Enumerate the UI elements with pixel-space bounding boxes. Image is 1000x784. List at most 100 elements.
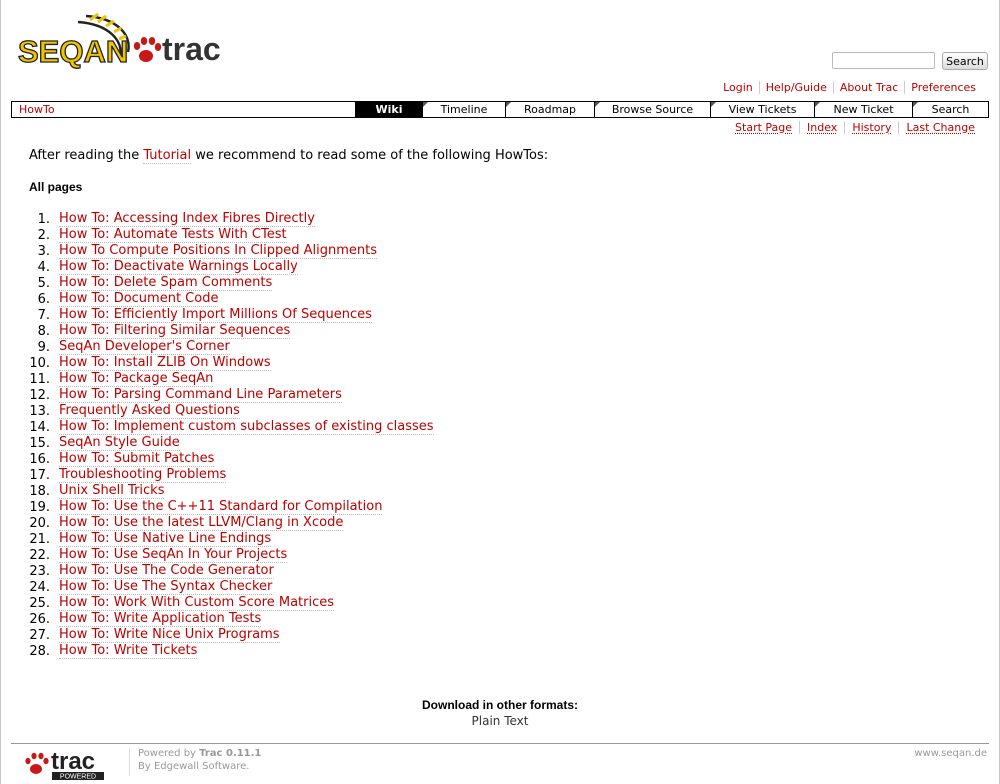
page-link[interactable]: How To: Write Nice Unix Programs: [59, 628, 280, 643]
page-link[interactable]: Frequently Asked Questions: [59, 404, 240, 419]
list-item-number: 17.: [29, 468, 59, 484]
about-trac-link[interactable]: About Trac: [833, 81, 904, 94]
list-item: 14. How To: Implement custom subclasses o…: [29, 420, 434, 436]
page-link[interactable]: How To: Implement custom subclasses of e…: [59, 420, 434, 435]
list-item: 15. SeqAn Style Guide: [29, 436, 434, 452]
list-item: 18. Unix Shell Tricks: [29, 484, 434, 500]
list-item-number: 19.: [29, 500, 59, 516]
tutorial-link[interactable]: Tutorial: [143, 148, 191, 164]
list-item-number: 20.: [29, 516, 59, 532]
tab-search[interactable]: Search: [913, 102, 988, 117]
logo-graphic: SEQAN trac: [16, 12, 231, 72]
page-link[interactable]: How To: Filtering Similar Sequences: [59, 324, 290, 339]
list-item: 10. How To: Install ZLIB On Windows: [29, 356, 434, 372]
list-item: 2. How To: Automate Tests With CTest: [29, 228, 434, 244]
search-input[interactable]: [832, 52, 935, 69]
list-item: 3. How To Compute Positions In Clipped Al…: [29, 244, 434, 260]
breadcrumb: HowTo: [12, 102, 356, 117]
list-item-number: 27.: [29, 628, 59, 644]
list-item-number: 1.: [29, 212, 59, 228]
tab-browse-source[interactable]: Browse Source: [595, 102, 711, 117]
last-change-link[interactable]: Last Change: [898, 121, 982, 134]
page-link[interactable]: How To: Accessing Index Fibres Directly: [59, 212, 315, 227]
page-link[interactable]: How To: Use SeqAn In Your Projects: [59, 548, 287, 563]
breadcrumb-howto[interactable]: HowTo: [19, 103, 55, 116]
list-item-number: 7.: [29, 308, 59, 324]
search-button[interactable]: Search: [942, 52, 988, 70]
page-link[interactable]: How To: Install ZLIB On Windows: [59, 356, 271, 371]
list-item: 25. How To: Work With Custom Score Matric…: [29, 596, 434, 612]
page-link[interactable]: How To: Package SeqAn: [59, 372, 213, 387]
page-link[interactable]: How To: Use the C++11 Standard for Compi…: [59, 500, 382, 515]
page-link[interactable]: How To Compute Positions In Clipped Alig…: [59, 244, 377, 259]
list-item-number: 24.: [29, 580, 59, 596]
history-link[interactable]: History: [844, 121, 898, 134]
page-link[interactable]: How To: Use The Syntax Checker: [59, 580, 272, 595]
footer-logo-powered: POWERED: [60, 774, 96, 781]
page-link[interactable]: How To: Use Native Line Endings: [59, 532, 271, 547]
powered-by-text: Powered by: [138, 748, 199, 759]
page-link[interactable]: How To: Submit Patches: [59, 452, 214, 467]
list-item: 24. How To: Use The Syntax Checker: [29, 580, 434, 596]
list-item-number: 28.: [29, 644, 59, 660]
list-item: 27. How To: Write Nice Unix Programs: [29, 628, 434, 644]
list-item: 5. How To: Delete Spam Comments: [29, 276, 434, 292]
start-page-link[interactable]: Start Page: [728, 121, 799, 134]
list-item: 26. How To: Write Application Tests: [29, 612, 434, 628]
list-item-number: 18.: [29, 484, 59, 500]
tab-view-tickets[interactable]: View Tickets: [711, 102, 815, 117]
list-item: 1. How To: Accessing Index Fibres Directl…: [29, 212, 434, 228]
tab-roadmap[interactable]: Roadmap: [506, 102, 595, 117]
page-link[interactable]: How To: Deactivate Warnings Locally: [59, 260, 298, 275]
list-item-number: 9.: [29, 340, 59, 356]
list-item: 8. How To: Filtering Similar Sequences: [29, 324, 434, 340]
list-item-number: 8.: [29, 324, 59, 340]
page-link[interactable]: How To: Efficiently Import Millions Of S…: [59, 308, 372, 323]
tab-wiki[interactable]: Wiki: [356, 102, 423, 117]
seqan-trac-logo[interactable]: SEQAN trac: [16, 12, 231, 72]
page-link[interactable]: SeqAn Style Guide: [59, 436, 180, 451]
index-link[interactable]: Index: [799, 121, 844, 134]
list-item: 22. How To: Use SeqAn In Your Projects: [29, 548, 434, 564]
list-item-number: 4.: [29, 260, 59, 276]
list-item: 7. How To: Efficiently Import Millions Of…: [29, 308, 434, 324]
page-link[interactable]: How To: Delete Spam Comments: [59, 276, 272, 291]
tab-timeline[interactable]: Timeline: [423, 102, 506, 117]
page-link[interactable]: How To: Automate Tests With CTest: [59, 228, 287, 243]
plain-text-link[interactable]: Plain Text: [0, 714, 1000, 728]
trac-powered-logo[interactable]: trac POWERED: [23, 747, 121, 779]
footer-logo-graphic: trac POWERED: [23, 747, 121, 781]
site-url: www.seqan.de: [914, 748, 987, 759]
logo-text-seqan: SEQAN: [18, 34, 128, 69]
page-link[interactable]: How To: Document Code: [59, 292, 218, 307]
login-link[interactable]: Login: [717, 81, 759, 94]
list-item: 11. How To: Package SeqAn: [29, 372, 434, 388]
meta-navigation: Login Help/Guide About Trac Preferences: [717, 81, 982, 94]
page-link[interactable]: How To: Work With Custom Score Matrices: [59, 596, 334, 611]
list-item-number: 23.: [29, 564, 59, 580]
main-navigation: HowTo Wiki Timeline Roadmap Browse Sourc…: [11, 101, 989, 118]
page-link[interactable]: How To: Use the latest LLVM/Clang in Xco…: [59, 516, 343, 531]
preferences-link[interactable]: Preferences: [904, 81, 982, 94]
list-item-number: 21.: [29, 532, 59, 548]
page-link[interactable]: How To: Use The Code Generator: [59, 564, 274, 579]
help-guide-link[interactable]: Help/Guide: [759, 81, 833, 94]
list-item-number: 13.: [29, 404, 59, 420]
page-link[interactable]: How To: Write Application Tests: [59, 612, 261, 627]
footer-logo-trac: trac: [51, 748, 95, 775]
list-item: 21. How To: Use Native Line Endings: [29, 532, 434, 548]
page-link[interactable]: Troubleshooting Problems: [59, 468, 226, 483]
page-link[interactable]: Unix Shell Tricks: [59, 484, 164, 499]
page-link[interactable]: SeqAn Developer's Corner: [59, 340, 230, 355]
tab-new-ticket[interactable]: New Ticket: [815, 102, 913, 117]
footer: trac POWERED Powered by Trac 0.11.1 By E…: [11, 743, 989, 784]
page-list: 1. How To: Accessing Index Fibres Directl…: [29, 212, 434, 660]
list-item-number: 16.: [29, 452, 59, 468]
list-item-number: 22.: [29, 548, 59, 564]
list-item: 12. How To: Parsing Command Line Paramete…: [29, 388, 434, 404]
page-link[interactable]: How To: Parsing Command Line Parameters: [59, 388, 342, 403]
list-item-number: 14.: [29, 420, 59, 436]
trac-version-link[interactable]: Trac 0.11.1: [199, 748, 261, 759]
context-navigation: Start Page Index History Last Change: [728, 121, 982, 134]
page-link[interactable]: How To: Write Tickets: [59, 644, 197, 659]
